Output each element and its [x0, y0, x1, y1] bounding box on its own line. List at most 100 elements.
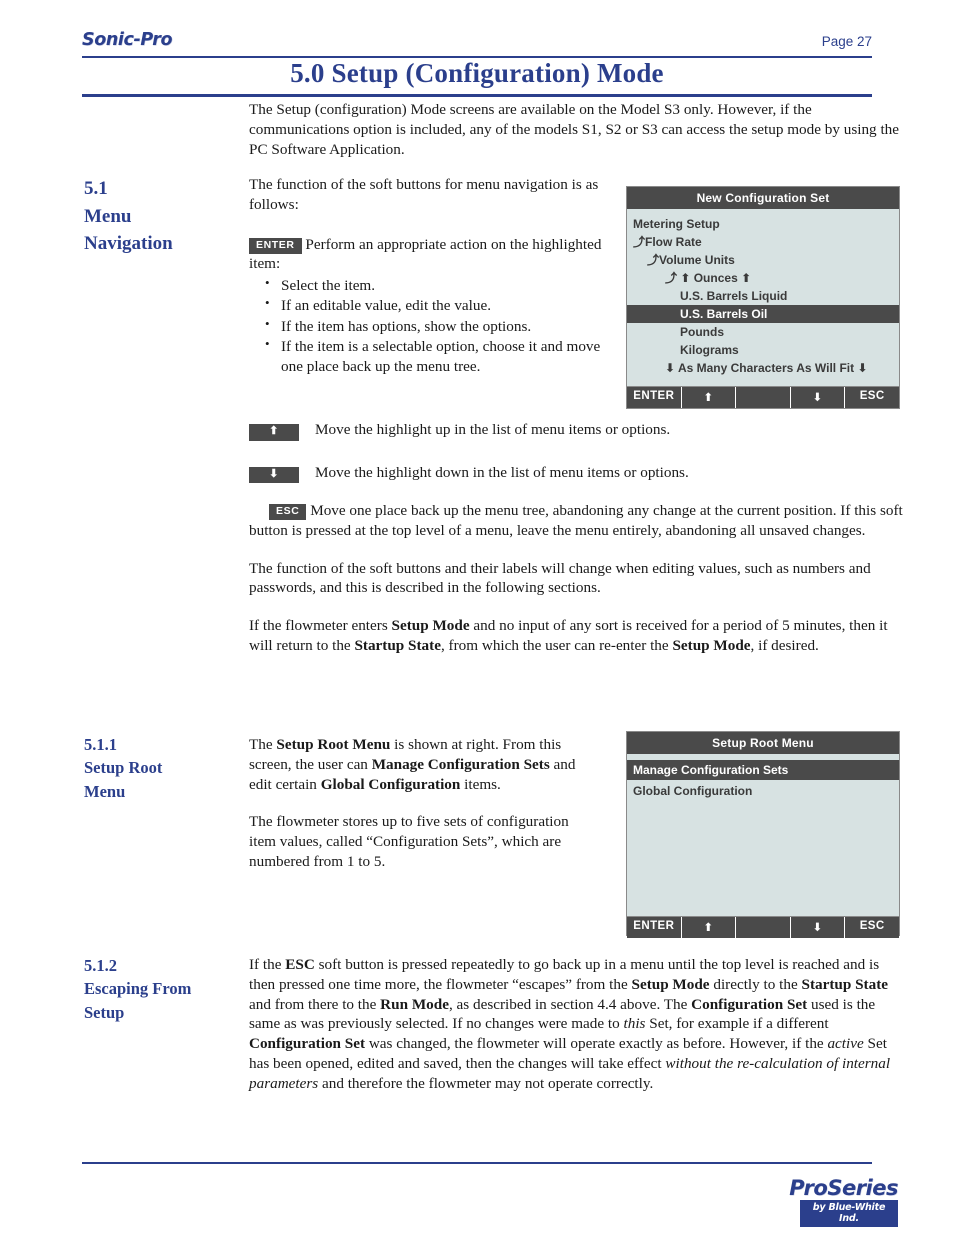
setup-root-paragraph-1: The Setup Root Menu is shown at right. F…: [249, 735, 594, 794]
srm-bold-1: Setup Root Menu: [276, 736, 391, 753]
lcd-softkey-blank[interactable]: [736, 387, 791, 408]
srm-text-1: The: [249, 736, 277, 753]
document-page: Sonic-Pro Page 27 5.0 Setup (Configurati…: [0, 0, 954, 1235]
lcd-title-bar: Setup Root Menu: [627, 732, 899, 754]
esc-text-1: If the: [249, 956, 286, 973]
section-5-1-2-number: 5.1.2: [84, 956, 117, 975]
timeout-bold-1: Setup Mode: [391, 617, 470, 635]
timeout-paragraph: If the flowmeter enters Setup Mode and n…: [249, 616, 907, 656]
lcd-softkey-enter[interactable]: ENTER: [627, 387, 682, 408]
esc-bold-2: Setup Mode: [631, 975, 710, 993]
section-5-1-title-line1: Menu: [84, 205, 132, 227]
lcd-menu-item[interactable]: Metering Setup: [627, 215, 899, 233]
esc-bold-4: Run Mode: [380, 995, 449, 1013]
escaping-paragraph: If the ESC soft button is pressed repeat…: [249, 955, 907, 1093]
enter-key-description: ENTER Perform an appropriate action on t…: [249, 235, 609, 275]
lcd-softkey-esc[interactable]: ESC: [845, 387, 899, 408]
lcd-menu-item[interactable]: ⬇ As Many Characters As Will Fit ⬇: [627, 359, 899, 377]
lcd-spacer: [627, 377, 899, 382]
soft-key-descriptions: ⬆ Move the highlight up in the list of m…: [249, 420, 907, 670]
up-key-row: ⬆ Move the highlight up in the list of m…: [249, 420, 907, 441]
section-5-1-title-line2: Navigation: [84, 233, 173, 255]
timeout-bold-2: Startup State: [354, 636, 441, 654]
section-5-1-2-heading: 5.1.2 Escaping From Setup: [84, 954, 244, 1024]
lcd-softkey-bar: ENTER ⬆ ⬇ ESC: [627, 916, 899, 938]
lcd-menu-item[interactable]: U.S. Barrels Liquid: [627, 287, 899, 305]
proseries-logo: ProSeries by Blue-White Ind.: [782, 1176, 899, 1227]
esc-text-4: and from there to the: [249, 995, 381, 1013]
lcd-menu-item-selected[interactable]: U.S. Barrels Oil: [627, 305, 899, 323]
up-key-text: Move the highlight up in the list of men…: [315, 421, 671, 438]
section-5-1-2-title-line1: Escaping From: [84, 979, 192, 999]
lcd-softkey-up-arrow-icon[interactable]: ⬆: [682, 917, 737, 938]
footer-rule: [82, 1162, 872, 1164]
lcd-softkey-blank[interactable]: [736, 917, 791, 938]
esc-bold-5: Configuration Set: [691, 995, 808, 1013]
list-item: Select the item.: [265, 275, 609, 295]
esc-bold-3: Startup State: [801, 975, 888, 993]
up-key-cell: ⬆: [249, 420, 315, 441]
section-5-1-1-heading: 5.1.1 Setup Root Menu: [84, 733, 244, 803]
title-underline-rule: [82, 94, 872, 97]
lcd-menu-item[interactable]: ⤴Volume Units: [627, 251, 899, 269]
lcd-menu-item[interactable]: ⤴ ⬆ Ounces ⬆: [627, 269, 899, 287]
esc-key-badge: ESC: [269, 504, 307, 521]
enter-key-text: Perform an appropriate action on the hig…: [249, 235, 602, 273]
lcd-menu-item[interactable]: Kilograms: [627, 341, 899, 359]
srm-text-4: items.: [460, 775, 501, 793]
lcd-softkey-up-arrow-icon[interactable]: ⬆: [682, 387, 737, 408]
list-item: If the item is a selectable option, choo…: [265, 336, 609, 376]
lcd-softkey-down-arrow-icon[interactable]: ⬇: [791, 917, 846, 938]
lcd-menu-item[interactable]: ⤴Flow Rate: [627, 233, 899, 251]
section-5-1-number: 5.1: [84, 178, 108, 199]
up-arrow-icon: ⬆: [249, 424, 299, 441]
page-title: 5.0 Setup (Configuration) Mode: [290, 58, 664, 88]
escaping-from-setup-body: If the ESC soft button is pressed repeat…: [249, 955, 907, 1107]
lcd-title-bar: New Configuration Set: [627, 187, 899, 209]
lcd-menu-list: Metering Setup ⤴Flow Rate ⤴Volume Units …: [627, 209, 899, 386]
esc-bold-6: Configuration Set: [249, 1035, 366, 1052]
section-5-1-1-title-line1: Setup Root: [84, 758, 163, 778]
proseries-tagline: by Blue-White Ind.: [800, 1200, 898, 1227]
page-header: Sonic-Pro Page 27 5.0 Setup (Configurati…: [82, 28, 872, 97]
soft-button-labels-paragraph: The function of the soft buttons and the…: [249, 559, 871, 597]
list-item: If the item has options, show the option…: [265, 316, 609, 336]
srm-bold-3: Global Configuration: [320, 775, 461, 793]
srm-bold-2: Manage Configuration Sets: [371, 755, 550, 773]
lcd-menu-item[interactable]: Pounds: [627, 323, 899, 341]
lcd-softkey-esc[interactable]: ESC: [845, 917, 899, 938]
lcd-softkey-bar: ENTER ⬆ ⬇ ESC: [627, 386, 899, 408]
esc-text-5: , as described in section 4.4 above. The: [448, 995, 692, 1013]
timeout-bold-3: Setup Mode: [672, 636, 751, 654]
lcd-menu-item[interactable]: Global Configuration: [627, 780, 899, 800]
esc-text-3: directly to the: [709, 975, 802, 993]
proseries-wordmark: ProSeries: [789, 1176, 898, 1200]
esc-italic-2: active: [827, 1035, 864, 1052]
esc-text-8: was changed, the flowmeter will operate …: [365, 1035, 828, 1052]
page-number: Page 27: [821, 34, 872, 49]
esc-text-10: and therefore the flowmeter may not oper…: [318, 1074, 654, 1092]
timeout-text-3: , from which the user can re-enter the: [440, 636, 673, 654]
enter-key-badge: ENTER: [249, 237, 302, 254]
lcd-menu-list: Manage Configuration Sets Global Configu…: [627, 754, 899, 916]
intro-paragraph: The Setup (configuration) Mode screens a…: [249, 101, 900, 158]
section-5-1-1-number: 5.1.1: [84, 735, 117, 754]
section-5-1-2-title-line2: Setup: [84, 1002, 125, 1022]
esc-bold-1: ESC: [285, 956, 315, 973]
lcd-softkey-down-arrow-icon[interactable]: ⬇: [791, 387, 846, 408]
lcd-menu-item-selected[interactable]: Manage Configuration Sets: [627, 760, 899, 780]
setup-root-menu-body: The Setup Root Menu is shown at right. F…: [249, 735, 594, 886]
intro-block: The Setup (configuration) Mode screens a…: [249, 100, 907, 173]
down-key-cell: ⬇: [249, 463, 315, 484]
section-5-1-heading: 5.1 Menu Navigation: [84, 175, 244, 258]
down-key-text: Move the highlight down in the list of m…: [315, 463, 689, 481]
esc-key-description: ESC Move one place back up the menu tree…: [249, 501, 907, 541]
menu-navigation-body: The function of the soft buttons for men…: [249, 175, 609, 377]
list-item: If an editable value, edit the value.: [265, 295, 609, 315]
sonic-pro-logo: Sonic-Pro: [82, 30, 173, 50]
down-key-row: ⬇ Move the highlight down in the list of…: [249, 463, 907, 484]
esc-italic-1: this: [623, 1015, 646, 1033]
timeout-text-1: If the flowmeter enters: [249, 617, 392, 635]
enter-action-list: Select the item. If an editable value, e…: [249, 275, 609, 376]
lcd-softkey-enter[interactable]: ENTER: [627, 917, 682, 938]
